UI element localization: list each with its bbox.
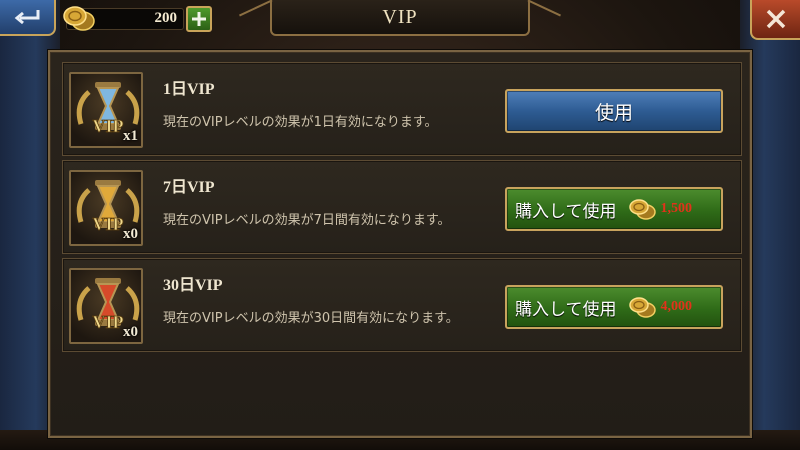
item-quantity: x0: [123, 226, 138, 242]
gold-coins-icon: [63, 6, 95, 31]
vip-item-panel: VIP x1 1日VIP 現在のVIPレベルの効果が1日有効になります。 使用 …: [48, 50, 752, 438]
item-name: 30日VIP: [163, 277, 223, 294]
back-arrow-icon: [14, 10, 40, 25]
gold-coins-icon: [628, 199, 656, 220]
gold-coins-icon: [628, 297, 656, 318]
vip-hourglass-icon: VIP x1: [69, 72, 143, 148]
buy-and-use-button-label: 購入して使用: [515, 201, 617, 222]
list-item: VIP x0 7日VIP 現在のVIPレベルの効果が7日間有効になります。 購入…: [62, 160, 742, 254]
list-item: VIP x1 1日VIP 現在のVIPレベルの効果が1日有効になります。 使用: [62, 62, 742, 156]
plus-icon: [192, 12, 206, 26]
use-button[interactable]: 使用: [505, 89, 723, 133]
buy-and-use-button-label: 購入して使用: [515, 299, 617, 320]
item-description: 現在のVIPレベルの効果が7日間有効になります。: [163, 213, 451, 228]
back-button[interactable]: [0, 0, 56, 36]
buy-and-use-button[interactable]: 購入して使用 1,500: [505, 187, 723, 231]
item-price: 1,500: [660, 201, 693, 216]
svg-text:VIP: VIP: [93, 214, 124, 234]
item-price: 4,000: [660, 299, 693, 314]
item-description: 現在のVIPレベルの効果が1日有効になります。: [163, 115, 438, 130]
title-plate: VIP: [270, 0, 530, 36]
svg-text:VIP: VIP: [93, 116, 124, 136]
svg-text:VIP: VIP: [93, 312, 124, 332]
item-quantity: x1: [123, 128, 138, 144]
close-button[interactable]: [750, 0, 800, 40]
add-coins-button[interactable]: [186, 6, 212, 32]
item-quantity: x0: [123, 324, 138, 340]
use-button-label: 使用: [594, 101, 633, 124]
item-name: 7日VIP: [163, 179, 215, 196]
buy-and-use-button[interactable]: 購入して使用 4,000: [505, 285, 723, 329]
coin-balance: 200: [154, 10, 178, 26]
list-item: VIP x0 30日VIP 現在のVIPレベルの効果が30日間有効になります。 …: [62, 258, 742, 352]
vip-hourglass-red-icon: VIP x0: [69, 268, 143, 344]
item-description: 現在のVIPレベルの効果が30日間有効になります。: [163, 311, 459, 326]
vip-hourglass-gold-icon: VIP x0: [69, 170, 143, 246]
close-icon: [766, 9, 786, 29]
item-name: 1日VIP: [163, 81, 215, 98]
page-title: VIP: [382, 5, 418, 28]
